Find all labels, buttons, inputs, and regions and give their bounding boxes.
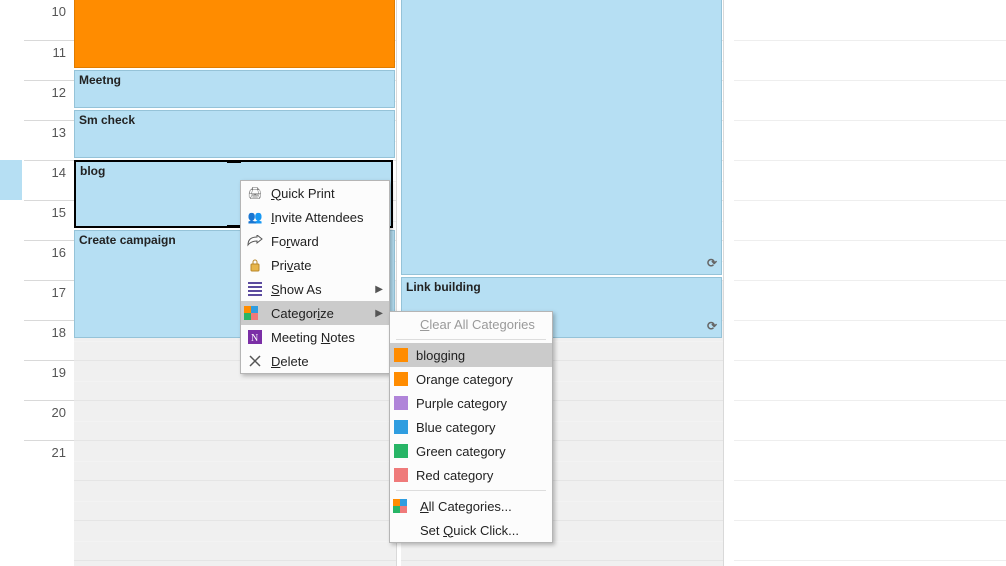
submenu-cat-blogging[interactable]: blogging (390, 343, 552, 367)
submenu-cat-green[interactable]: Green category (390, 439, 552, 463)
menu-separator (396, 339, 546, 340)
event-title: Create campaign (79, 233, 176, 247)
lock-icon (245, 257, 265, 273)
hour-label: 15 (24, 200, 74, 240)
event-title: Meetng (79, 73, 121, 87)
menu-private[interactable]: Private (241, 253, 389, 277)
onenote-icon: N (245, 329, 265, 345)
hour-label-column: 10 11 12 13 14 15 16 17 18 19 20 21 (24, 0, 74, 566)
menu-label-delete: Delete (271, 354, 383, 369)
resize-handle-top[interactable] (227, 160, 241, 163)
event-title: Sm check (79, 113, 135, 127)
hour-label: 13 (24, 120, 74, 160)
delete-icon (245, 353, 265, 369)
category-swatch-blue (394, 420, 408, 434)
hour-label: 12 (24, 80, 74, 120)
svg-text:N: N (251, 333, 258, 344)
time-gutter (0, 0, 24, 566)
printer-icon: 🖨 (245, 185, 265, 201)
event-title: Link building (406, 280, 481, 294)
event-day2-block[interactable]: ⟳ (401, 0, 722, 275)
category-swatch-orange (394, 348, 408, 362)
resize-handle-bottom[interactable] (227, 225, 241, 228)
forward-icon (245, 233, 265, 249)
menu-label-quick-print: Quick Print (271, 186, 383, 201)
hour-label: 21 (24, 440, 74, 480)
category-swatch-green (394, 444, 408, 458)
submenu-arrow-icon: ▶ (375, 308, 383, 319)
hour-label: 19 (24, 360, 74, 400)
hour-label: 20 (24, 400, 74, 440)
categorize-icon (394, 498, 414, 514)
blank-icon (394, 316, 414, 332)
recurrence-icon: ⟳ (707, 256, 717, 270)
event-sm-check[interactable]: Sm check (74, 110, 395, 158)
gutter-selection (0, 160, 22, 200)
recurrence-icon: ⟳ (707, 319, 717, 333)
submenu-label-all-categories: All Categories... (420, 499, 546, 514)
menu-label-categorize: Categorize (271, 306, 369, 321)
event-orange-block[interactable] (74, 0, 395, 68)
submenu-label: Green category (416, 444, 546, 459)
submenu-label-set-quick-click: Set Quick Click... (420, 523, 546, 538)
blank-icon (394, 522, 414, 538)
submenu-arrow-icon: ▶ (375, 284, 383, 295)
menu-label-forward: Forward (271, 234, 383, 249)
submenu-set-quick-click[interactable]: Set Quick Click... (390, 518, 552, 542)
hour-label: 10 (24, 0, 74, 40)
event-meeting[interactable]: Meetng (74, 70, 395, 108)
submenu-label: Purple category (416, 396, 546, 411)
submenu-label: Orange category (416, 372, 546, 387)
menu-invite-attendees[interactable]: 👥 Invite Attendees (241, 205, 389, 229)
menu-categorize[interactable]: Categorize ▶ (241, 301, 389, 325)
menu-label-private: Private (271, 258, 383, 273)
hour-label: 18 (24, 320, 74, 360)
menu-label-meeting-notes: Meeting Notes (271, 330, 383, 345)
hour-label: 11 (24, 40, 74, 80)
categorize-icon (245, 305, 265, 321)
category-swatch-orange (394, 372, 408, 386)
submenu-cat-orange[interactable]: Orange category (390, 367, 552, 391)
menu-forward[interactable]: Forward (241, 229, 389, 253)
menu-meeting-notes[interactable]: N Meeting Notes (241, 325, 389, 349)
people-icon: 👥 (245, 209, 265, 225)
menu-show-as[interactable]: Show As ▶ (241, 277, 389, 301)
menu-label-show-as: Show As (271, 282, 369, 297)
menu-label-invite-attendees: Invite Attendees (271, 210, 383, 225)
side-day-column[interactable] (734, 0, 1006, 566)
categorize-submenu: Clear All Categories blogging Orange cat… (389, 311, 553, 543)
context-menu: 🖨 Quick Print 👥 Invite Attendees Forward (240, 180, 390, 374)
submenu-cat-purple[interactable]: Purple category (390, 391, 552, 415)
category-swatch-red (394, 468, 408, 482)
submenu-label: blogging (416, 348, 546, 363)
submenu-cat-red[interactable]: Red category (390, 463, 552, 487)
menu-quick-print[interactable]: 🖨 Quick Print (241, 181, 389, 205)
event-title: blog (80, 164, 105, 178)
menu-separator (396, 490, 546, 491)
submenu-all-categories[interactable]: All Categories... (390, 494, 552, 518)
calendar-day-view: 10 11 12 13 14 15 16 17 18 19 20 21 Meet… (0, 0, 1006, 566)
category-swatch-purple (394, 396, 408, 410)
menu-delete[interactable]: Delete (241, 349, 389, 373)
show-as-icon (245, 281, 265, 297)
hour-label: 17 (24, 280, 74, 320)
submenu-cat-blue[interactable]: Blue category (390, 415, 552, 439)
submenu-label-clear-all: Clear All Categories (420, 317, 546, 332)
submenu-label: Red category (416, 468, 546, 483)
submenu-label: Blue category (416, 420, 546, 435)
submenu-clear-all[interactable]: Clear All Categories (390, 312, 552, 336)
hour-label: 16 (24, 240, 74, 280)
hour-label: 14 (24, 160, 74, 200)
